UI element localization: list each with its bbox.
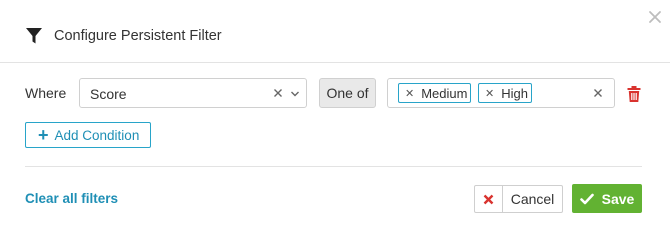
remove-tag-icon[interactable]: ✕ — [405, 87, 414, 100]
clear-all-filters-link[interactable]: Clear all filters — [25, 191, 118, 206]
plus-icon: + — [38, 125, 49, 145]
dialog-title: Configure Persistent Filter — [54, 28, 222, 44]
close-icon[interactable] — [648, 10, 662, 24]
close-icon — [483, 194, 494, 204]
value-tag-medium: ✕ Medium — [398, 83, 471, 103]
field-select-value: Score — [90, 86, 127, 102]
value-tag-high: ✕ High — [478, 83, 532, 103]
add-condition-button[interactable]: + Add Condition — [25, 122, 151, 148]
trash-icon[interactable] — [627, 86, 641, 102]
clear-icon[interactable] — [273, 88, 283, 98]
operator-select[interactable]: One of — [319, 78, 376, 108]
footer-divider — [25, 166, 642, 167]
add-condition-label: Add Condition — [54, 127, 140, 143]
funnel-icon — [26, 28, 42, 44]
dialog-header: Configure Persistent Filter — [25, 26, 222, 46]
remove-tag-icon[interactable]: ✕ — [485, 87, 494, 100]
value-tag-label: Medium — [421, 85, 468, 101]
save-label: Save — [601, 190, 635, 207]
cancel-label: Cancel — [510, 191, 555, 207]
values-multiselect[interactable]: ✕ Medium ✕ High — [387, 78, 615, 108]
configure-filter-dialog: Configure Persistent Filter Where Score … — [0, 0, 670, 241]
clear-icon[interactable] — [593, 88, 603, 98]
value-tag-label: High — [501, 85, 528, 101]
where-label: Where — [25, 85, 67, 101]
check-icon — [579, 193, 594, 204]
cancel-button[interactable]: Cancel — [474, 185, 563, 213]
cancel-x-box — [475, 186, 503, 212]
chevron-down-icon[interactable] — [290, 89, 300, 99]
field-select[interactable]: Score — [79, 78, 307, 108]
save-button[interactable]: Save — [572, 184, 642, 213]
header-divider — [0, 62, 670, 63]
